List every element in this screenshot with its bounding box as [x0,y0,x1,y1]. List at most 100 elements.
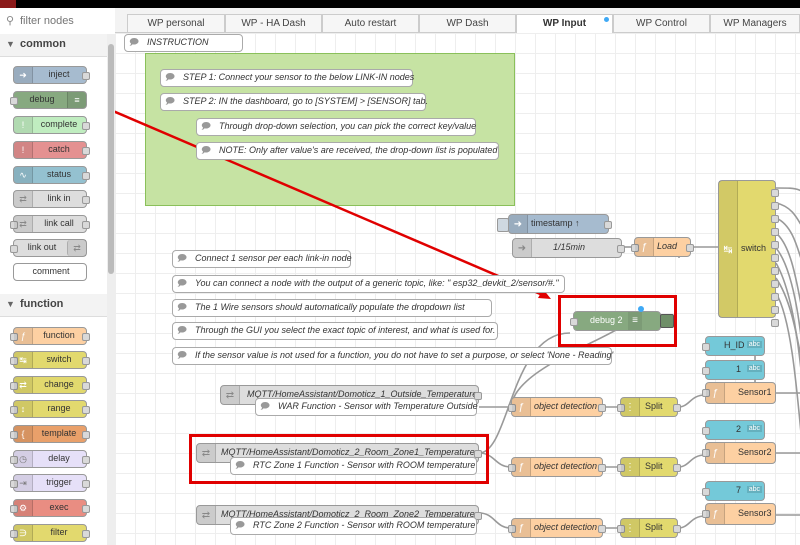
tab-wp-control[interactable]: WP Control [613,14,710,32]
split-node-3[interactable]: ⋮ Split [617,518,681,538]
split-node-1[interactable]: ⋮ Split [617,397,681,417]
function-icon: ƒ [706,504,725,524]
comment-text: Connect 1 sensor per each link-in node [195,253,352,263]
palette-node-delay[interactable]: ◷ delay [10,450,90,468]
palette-scrollbar[interactable] [107,34,115,545]
comment-text: If the sensor value is not used for a fu… [195,350,614,360]
palette-node-debug[interactable]: debug ≡ [10,91,87,109]
object-detection-node-3[interactable]: ƒ object detection [508,518,606,538]
switch-node[interactable]: ↹ switch [718,180,779,327]
palette-node-catch[interactable]: ! catch [13,141,90,159]
output-port [604,221,612,229]
tab-wp-personal[interactable]: WP personal [127,14,225,32]
scrollbar-thumb[interactable] [108,44,114,274]
switch-icon: ↹ [14,352,33,368]
comment-icon: 🗩 [165,96,175,106]
output-port [598,464,606,472]
function-icon: ƒ [512,398,531,416]
palette-node-status[interactable]: ∿ status [13,166,90,184]
tab-wp-ha-dash[interactable]: WP - HA Dash [225,14,322,32]
tab-label: WP Managers [723,18,787,29]
comment-generic-topic[interactable]: 🗩 You can connect a node with the output … [172,275,565,293]
sensor1-function-node[interactable]: ƒ Sensor1 [702,382,776,404]
comment-text: NOTE: Only after value's are received, t… [219,145,498,155]
node-label: 1 [736,364,742,374]
comment-war-function[interactable]: 🗩 WAR Function - Sensor with Temperature … [255,398,478,416]
sensor3-function-node[interactable]: ƒ Sensor3 [702,503,776,525]
flow-workspace[interactable]: 🗩 INSTRUCTION 🗩 STEP 1: Connect your senso… [115,33,800,545]
inject-button[interactable] [497,218,509,232]
palette-node-link-in[interactable]: ⇄ link in [13,190,90,208]
node-label: switch [46,354,72,364]
tab-wp-dash[interactable]: WP Dash [419,14,516,32]
sensor1-id-text-node[interactable]: 1 abc [702,360,765,380]
palette-node-complete[interactable]: ! complete [13,116,90,134]
palette-node-exec[interactable]: ⚙ exec [10,499,90,517]
comment-note[interactable]: 🗩 NOTE: Only after value's are received, … [196,142,499,160]
node-label: Sensor1 [738,387,772,397]
object-detection-node-2[interactable]: ƒ object detection [508,457,606,477]
palette-node-range[interactable]: ↕ range [10,400,90,418]
link-icon: ⇄ [14,216,33,232]
comment-dropdown[interactable]: 🗩 Through drop-down selection, you can pi… [196,118,476,136]
palette-node-filter[interactable]: ∋ filter [10,524,90,542]
tab-auto-restart[interactable]: Auto restart [322,14,419,32]
link-icon: ⇄ [221,386,240,404]
node-label: switch [741,243,767,253]
comment-connect[interactable]: 🗩 Connect 1 sensor per each link-in node [172,250,352,268]
comment-purpose[interactable]: 🗩 If the sensor value is not used for a f… [172,347,614,365]
comment-icon: 🗩 [165,72,175,82]
tab-wp-input[interactable]: WP Input [516,14,613,33]
palette-node-function[interactable]: ƒ function [10,327,90,345]
comment-gui[interactable]: 🗩 Through the GUI you select the exact to… [172,322,498,340]
node-label: object detection [534,522,598,532]
tab-label: WP Input [542,18,587,29]
category-function-header[interactable]: ▼ function [0,294,107,317]
sensor3-id-text-node[interactable]: 7 abc [702,481,765,501]
category-common-header[interactable]: ▼ common [0,34,107,57]
filter-icon: ∋ [14,525,33,541]
timestamp-inject-node[interactable]: ➜ timestamp ↑ [497,214,612,234]
palette-node-link-out[interactable]: link out ⇄ [10,239,87,257]
sensor2-id-text-node[interactable]: 2 abc [702,420,765,440]
arrow-right-icon: ➜ [513,239,532,257]
node-label: link out [27,242,57,252]
comment-rtc-zone2[interactable]: 🗩 RTC Zone 2 Function - Sensor with ROOM … [230,517,477,535]
palette-node-switch[interactable]: ↹ switch [10,351,90,369]
h-id-text-node[interactable]: H_ID abc [702,336,765,356]
palette-node-link-call[interactable]: ⇄ link call [10,215,90,233]
comment-step1[interactable]: 🗩 STEP 1: Connect your sensor to the belo… [160,69,414,87]
palette-node-template[interactable]: { template [10,425,90,443]
workspace-tabs: WP personal WP - HA Dash Auto restart WP… [115,8,800,33]
template-icon: { [14,426,33,442]
tab-wp-managers[interactable]: WP Managers [710,14,800,32]
comment-step2[interactable]: 🗩 STEP 2: IN the dashboard, go to [SYSTEM… [160,93,428,111]
comment-icon: 🗩 [177,325,187,335]
input-port [702,343,710,351]
comment-icon: 🗩 [177,253,187,263]
split-node-2[interactable]: ⋮ Split [617,457,681,477]
load-function-node[interactable]: ƒ Load [631,237,694,257]
comment-1wire[interactable]: 🗩 The 1 Wire sensors should automatically… [172,299,492,317]
switch-icon: ↹ [719,181,738,317]
shuffle-icon: ⇄ [14,377,33,393]
sensor2-function-node[interactable]: ƒ Sensor2 [702,442,776,464]
output-port [673,404,681,412]
node-label: filter [50,527,68,537]
interval-node[interactable]: ➜ 1/15min [512,238,625,258]
palette-node-comment[interactable]: comment [13,263,87,281]
link-icon: ⇄ [197,506,216,524]
output-port [673,525,681,533]
palette-node-change[interactable]: ⇄ change [10,376,90,394]
node-label: delay [48,453,70,463]
filter-nodes-input[interactable] [18,12,110,30]
input-port [702,427,710,435]
node-label: change [44,379,74,389]
node-label: object detection [534,401,598,411]
palette-node-inject[interactable]: ➜ inject [13,66,90,84]
palette-node-trigger[interactable]: ⇥ trigger [10,474,90,492]
node-label: 1/15min [553,242,586,252]
comment-instruction[interactable]: 🗩 INSTRUCTION [124,34,243,52]
node-label: Sensor3 [738,508,772,518]
object-detection-node-1[interactable]: ƒ object detection [508,397,606,417]
